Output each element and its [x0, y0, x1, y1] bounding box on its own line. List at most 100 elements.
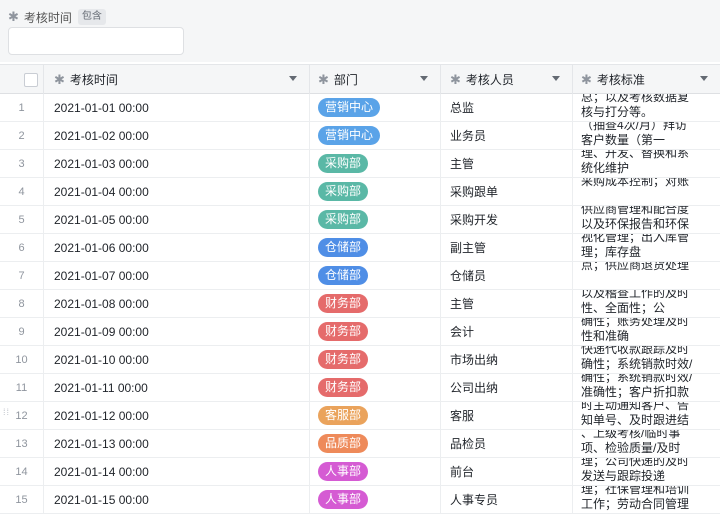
cell-standard[interactable]: 视化管理；出入库管理；库存盘: [573, 234, 720, 261]
table-row[interactable]: 9 2021-01-09 00:00 财务部 会计 确性；账务处理及时性和准确: [0, 318, 720, 346]
table-row[interactable]: 4 2021-01-04 00:00 采购部 采购跟单 采购成本控制；对账: [0, 178, 720, 206]
cell-person[interactable]: 人事专员: [441, 486, 573, 513]
cell-standard[interactable]: 时主动通知客户、告知单号、及时跟进结: [573, 402, 720, 429]
column-header-department[interactable]: ✱ 部门: [310, 65, 441, 94]
row-index: 11: [0, 374, 44, 401]
drag-handle-icon[interactable]: ⁞⁞: [3, 408, 9, 422]
cell-standard[interactable]: 总；以及考核数据复核与打分等。: [573, 94, 720, 121]
cell-standard[interactable]: 确性；账务处理及时性和准确: [573, 318, 720, 345]
cell-department[interactable]: 财务部: [310, 346, 441, 373]
cell-person[interactable]: 副主管: [441, 234, 573, 261]
cell-standard[interactable]: 理、开发、替换和系统化维护: [573, 150, 720, 177]
cell-department[interactable]: 财务部: [310, 318, 441, 345]
filter-field-label[interactable]: 考核时间: [24, 9, 72, 26]
table-row[interactable]: 12 ⁞⁞ 2021-01-12 00:00 客服部 客服 时主动通知客户、告知单号、及时…: [0, 402, 720, 430]
table-row[interactable]: 3 2021-01-03 00:00 采购部 主管 理、开发、替换和系统化维护: [0, 150, 720, 178]
filter-operator[interactable]: 包含: [77, 9, 106, 25]
table-row[interactable]: 6 2021-01-06 00:00 仓储部 副主管 视化管理；出入库管理；库存盘: [0, 234, 720, 262]
cell-person[interactable]: 会计: [441, 318, 573, 345]
department-tag: 营销中心: [318, 126, 381, 145]
cell-time[interactable]: 2021-01-14 00:00: [44, 458, 310, 485]
column-header-person[interactable]: ✱ 考核人员: [441, 65, 573, 94]
table-row[interactable]: 13 2021-01-13 00:00 品质部 品检员 、上级考核/临时事项、检验质量/…: [0, 430, 720, 458]
cell-time[interactable]: 2021-01-13 00:00: [44, 430, 310, 457]
cell-time[interactable]: 2021-01-03 00:00: [44, 150, 310, 177]
cell-person[interactable]: 仓储员: [441, 262, 573, 289]
cell-department[interactable]: 仓储部: [310, 262, 441, 289]
table-row[interactable]: 10 2021-01-10 00:00 财务部 市场出纳 快递代收款跟踪及时确性；系统销…: [0, 346, 720, 374]
cell-time[interactable]: 2021-01-11 00:00: [44, 374, 310, 401]
cell-standard[interactable]: （抽查4次/月）拜访客户数量（第一: [573, 122, 720, 149]
cell-time[interactable]: 2021-01-02 00:00: [44, 122, 310, 149]
cell-standard[interactable]: 供应商管理和配合度以及环保报告和环保: [573, 206, 720, 233]
cell-department[interactable]: 营销中心: [310, 122, 441, 149]
cell-department[interactable]: 采购部: [310, 178, 441, 205]
cell-standard[interactable]: 以及稽查工作的及时性、全面性；公: [573, 290, 720, 317]
cell-department[interactable]: 品质部: [310, 430, 441, 457]
field-type-icon: ✱: [581, 71, 592, 87]
cell-time[interactable]: 2021-01-08 00:00: [44, 290, 310, 317]
chevron-down-icon[interactable]: [420, 76, 428, 81]
cell-person[interactable]: 公司出纳: [441, 374, 573, 401]
cell-time[interactable]: 2021-01-01 00:00: [44, 94, 310, 121]
chevron-down-icon[interactable]: [289, 76, 297, 81]
cell-department[interactable]: 人事部: [310, 486, 441, 513]
cell-department[interactable]: 仓储部: [310, 234, 441, 261]
select-all-checkbox[interactable]: [24, 73, 38, 87]
table-row[interactable]: 14 2021-01-14 00:00 人事部 前台 理；公司快递的及时发送与跟踪投递: [0, 458, 720, 486]
cell-department[interactable]: 人事部: [310, 458, 441, 485]
cell-time[interactable]: 2021-01-07 00:00: [44, 262, 310, 289]
table-row[interactable]: 15 2021-01-15 00:00 人事部 人事专员 理；社保管理和培训工作；劳动合…: [0, 486, 720, 514]
cell-department[interactable]: 财务部: [310, 290, 441, 317]
filter-condition: ✱ 考核时间 包含: [8, 8, 106, 26]
column-title: 考核时间: [69, 73, 118, 87]
column-header-time[interactable]: ✱ 考核时间: [44, 65, 310, 94]
cell-time[interactable]: 2021-01-15 00:00: [44, 486, 310, 513]
cell-time[interactable]: 2021-01-04 00:00: [44, 178, 310, 205]
cell-person[interactable]: 市场出纳: [441, 346, 573, 373]
row-index: 13: [0, 430, 44, 457]
row-index: 8: [0, 290, 44, 317]
cell-standard[interactable]: 快递代收款跟踪及时确性；系统销款时效/: [573, 346, 720, 373]
filter-value-input[interactable]: [8, 27, 184, 55]
cell-department[interactable]: 营销中心: [310, 94, 441, 121]
cell-person[interactable]: 业务员: [441, 122, 573, 149]
table-row[interactable]: 5 2021-01-05 00:00 采购部 采购开发 供应商管理和配合度以及环保报告和…: [0, 206, 720, 234]
cell-standard[interactable]: 采购成本控制；对账: [573, 178, 720, 205]
cell-person[interactable]: 品检员: [441, 430, 573, 457]
table-row[interactable]: 7 2021-01-07 00:00 仓储部 仓储员 点；供应商退货处理: [0, 262, 720, 290]
table-row[interactable]: 8 2021-01-08 00:00 财务部 主管 以及稽查工作的及时性、全面性；公: [0, 290, 720, 318]
cell-person[interactable]: 采购跟单: [441, 178, 573, 205]
cell-time[interactable]: 2021-01-06 00:00: [44, 234, 310, 261]
cell-time[interactable]: 2021-01-10 00:00: [44, 346, 310, 373]
cell-standard[interactable]: 确性；系统销款时效/准确性；客户折扣款: [573, 374, 720, 401]
cell-department[interactable]: 采购部: [310, 150, 441, 177]
cell-person[interactable]: 主管: [441, 150, 573, 177]
cell-department[interactable]: 财务部: [310, 374, 441, 401]
cell-person[interactable]: 主管: [441, 290, 573, 317]
cell-person[interactable]: 采购开发: [441, 206, 573, 233]
cell-department[interactable]: 客服部: [310, 402, 441, 429]
cell-person[interactable]: 客服: [441, 402, 573, 429]
cell-time[interactable]: 2021-01-12 00:00: [44, 402, 310, 429]
chevron-down-icon[interactable]: [700, 76, 708, 81]
standard-text: 、上级考核/临时事项、检验质量/及时: [581, 430, 681, 455]
department-tag: 客服部: [318, 406, 369, 425]
table-row[interactable]: 1 2021-01-01 00:00 营销中心 总监 总；以及考核数据复核与打分等。: [0, 94, 720, 122]
table-row[interactable]: 2 2021-01-02 00:00 营销中心 业务员 （抽查4次/月）拜访客户数量（第…: [0, 122, 720, 150]
cell-standard[interactable]: 理；公司快递的及时发送与跟踪投递: [573, 458, 720, 485]
column-title: 部门: [333, 73, 358, 87]
cell-standard[interactable]: 理；社保管理和培训工作；劳动合同管理: [573, 486, 720, 513]
cell-time[interactable]: 2021-01-09 00:00: [44, 318, 310, 345]
standard-text: 供应商管理和配合度以及环保报告和环保: [581, 206, 690, 231]
cell-time[interactable]: 2021-01-05 00:00: [44, 206, 310, 233]
cell-standard[interactable]: 、上级考核/临时事项、检验质量/及时: [573, 430, 720, 457]
column-header-standard[interactable]: ✱ 考核标准: [573, 65, 720, 94]
standard-text: 时主动通知客户、告知单号、及时跟进结: [581, 402, 690, 427]
cell-standard[interactable]: 点；供应商退货处理: [573, 262, 720, 289]
cell-department[interactable]: 采购部: [310, 206, 441, 233]
cell-person[interactable]: 总监: [441, 94, 573, 121]
cell-person[interactable]: 前台: [441, 458, 573, 485]
table-row[interactable]: 11 2021-01-11 00:00 财务部 公司出纳 确性；系统销款时效/准确性；客…: [0, 374, 720, 402]
chevron-down-icon[interactable]: [552, 76, 560, 81]
